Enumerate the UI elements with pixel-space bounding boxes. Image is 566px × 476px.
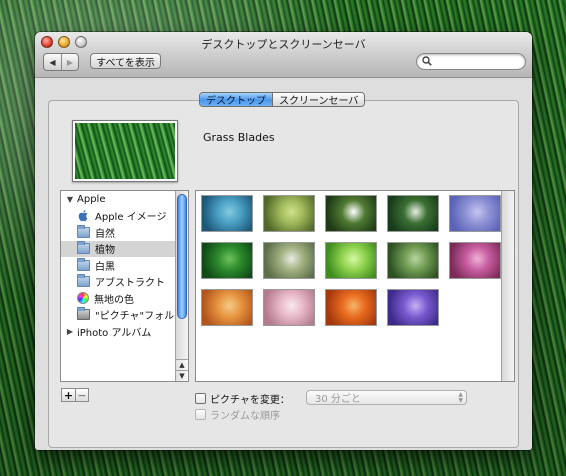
add-remove-buttons: + − — [61, 388, 89, 402]
source-item-solid-colors[interactable]: 無地の色 — [61, 290, 188, 307]
apple-logo-icon — [78, 210, 88, 222]
source-label: 植物 — [95, 245, 115, 257]
folder-icon — [77, 274, 90, 288]
scrollbar-thumb[interactable] — [177, 194, 187, 319]
source-group-apple[interactable]: ▼ Apple — [61, 191, 188, 208]
thumbnail-grid-scrollbar[interactable] — [501, 191, 514, 381]
thumbnail-grass-blades[interactable] — [201, 242, 253, 279]
pictures-folder-icon — [77, 307, 90, 321]
folder-icon — [77, 241, 90, 255]
thumbnail-pink-blossom[interactable] — [263, 289, 315, 326]
source-list-scrollbar[interactable]: ▲ ▼ — [175, 191, 188, 381]
thumbnail-daisies[interactable] — [325, 195, 377, 232]
random-order-checkbox[interactable] — [195, 409, 206, 420]
tab-screensaver[interactable]: スクリーンセーバ — [272, 93, 365, 106]
thumbnail-meadow[interactable] — [263, 242, 315, 279]
source-item-pictures-folder[interactable]: "ピクチャ"フォルダ — [61, 307, 188, 324]
thumbnail-lavender-blur[interactable] — [449, 195, 501, 232]
source-label: "ピクチャ"フォルダ — [95, 311, 185, 323]
scroll-down-button[interactable]: ▼ — [176, 370, 188, 381]
source-item-apple-images[interactable]: Apple イメージ — [61, 208, 188, 225]
source-label: Apple イメージ — [95, 212, 167, 224]
source-label: アブストラクト — [95, 278, 165, 290]
arrow-down-icon: ▼ — [179, 372, 185, 380]
scroll-up-button[interactable]: ▲ — [176, 359, 188, 370]
search-input[interactable] — [435, 55, 521, 68]
source-label: 自然 — [95, 228, 115, 240]
source-label: 白黒 — [95, 261, 115, 273]
window-toolbar: デスクトップとスクリーンセーバ ◀ ▶ すべてを表示 — [35, 32, 532, 78]
source-item-black-white[interactable]: 白黒 — [61, 257, 188, 274]
disclosure-open-icon[interactable]: ▼ — [65, 195, 75, 204]
change-picture-checkbox[interactable] — [195, 393, 206, 404]
show-all-button[interactable]: すべてを表示 — [90, 53, 161, 69]
search-icon — [422, 56, 432, 66]
tab-bar: デスクトップ スクリーンセーバ — [199, 92, 366, 107]
source-item-nature[interactable]: 自然 — [61, 224, 188, 241]
preferences-window: デスクトップとスクリーンセーバ ◀ ▶ すべてを表示 デスクトップ スクリーンセ… — [35, 32, 532, 450]
source-label: Apple — [77, 193, 106, 205]
thumbnail-lotus[interactable] — [449, 242, 501, 279]
current-wallpaper-preview — [72, 120, 178, 182]
thumbnail-green-curl[interactable] — [325, 242, 377, 279]
folder-icon — [77, 257, 90, 271]
popup-arrows-icon: ▲ ▼ — [458, 391, 463, 404]
thumbnail-fern[interactable] — [387, 242, 439, 279]
selected-picture-name: Grass Blades — [203, 131, 275, 144]
disclosure-closed-icon[interactable]: ▶ — [65, 327, 75, 336]
thumbnail-orange-petals[interactable] — [201, 289, 253, 326]
thumbnail-agave[interactable] — [201, 195, 253, 232]
change-picture-label: ピクチャを変更： — [210, 395, 290, 406]
thumbnail-purple-aster[interactable] — [387, 289, 439, 326]
forward-arrow-icon: ▶ — [66, 57, 74, 67]
back-button[interactable]: ◀ — [44, 54, 61, 70]
grass-blades-preview-image — [75, 123, 175, 179]
search-field[interactable] — [416, 53, 526, 70]
arrow-up-icon: ▲ — [179, 361, 185, 369]
color-wheel-icon — [77, 292, 89, 305]
random-order-option[interactable]: ランダムな順序 — [195, 407, 280, 422]
window-title: デスクトップとスクリーンセーバ — [201, 38, 366, 51]
preferences-content: デスクトップ スクリーンセーバ Grass Blades ▼ Apple App… — [35, 78, 532, 450]
desktop-panel: Grass Blades ▼ Apple Apple イメージ 自然 植物 白黒… — [48, 100, 519, 448]
thumbnail-bamboo[interactable] — [263, 195, 315, 232]
source-group-iphoto[interactable]: ▶ iPhoto アルバム — [61, 323, 188, 340]
thumbnail-rose[interactable] — [325, 289, 377, 326]
thumbnail-dandelion[interactable] — [387, 195, 439, 232]
tab-desktop[interactable]: デスクトップ — [200, 93, 272, 106]
folder-icon — [77, 224, 90, 238]
source-item-plants[interactable]: 植物 — [61, 240, 188, 257]
source-label: iPhoto アルバム — [77, 327, 152, 339]
random-order-label: ランダムな順序 — [210, 411, 280, 422]
remove-source-button[interactable]: − — [75, 389, 88, 401]
source-item-abstract[interactable]: アブストラクト — [61, 274, 188, 291]
interval-value: 30 分ごと — [315, 394, 361, 405]
back-arrow-icon: ◀ — [49, 57, 56, 67]
forward-button[interactable]: ▶ — [61, 54, 78, 70]
source-label: 無地の色 — [94, 294, 134, 306]
wallpaper-thumbnail-grid — [195, 190, 515, 382]
change-picture-option[interactable]: ピクチャを変更： — [195, 391, 290, 406]
interval-popup[interactable]: 30 分ごと ▲ ▼ — [306, 390, 467, 405]
picture-source-list: ▼ Apple Apple イメージ 自然 植物 白黒 アブストラクト 無地の色… — [60, 190, 189, 382]
back-forward-group: ◀ ▶ — [43, 53, 79, 71]
add-source-button[interactable]: + — [62, 389, 75, 401]
